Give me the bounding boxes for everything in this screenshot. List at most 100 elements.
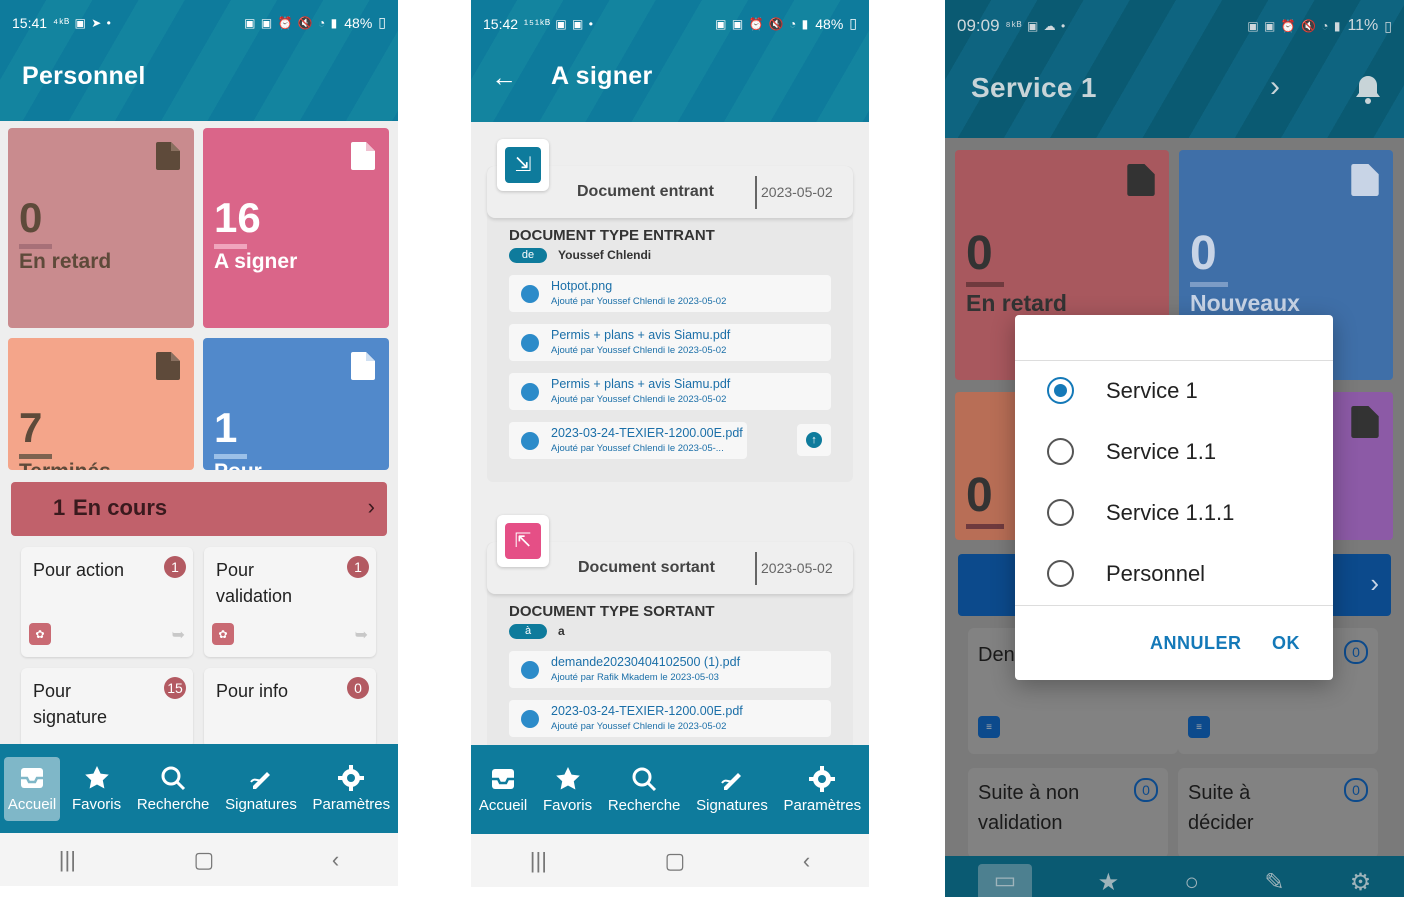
system-navigation: ||| ▢ ‹ <box>471 834 869 887</box>
home-icon[interactable]: ▢ <box>665 848 686 874</box>
direction-tag: à <box>509 624 547 639</box>
document-icon <box>1127 164 1155 196</box>
inbox-icon <box>21 768 44 788</box>
nav-parametres[interactable]: Paramètres <box>780 758 866 822</box>
incoming-badge: ⇲ <box>497 139 549 191</box>
star-icon[interactable]: ★ <box>1098 868 1120 897</box>
file-meta: Ajouté par Rafik Mkadem le 2023-05-03 <box>551 672 719 683</box>
document-icon <box>351 142 375 170</box>
card-suite-decider[interactable]: Suite à décider 0 <box>1178 768 1378 858</box>
search-icon <box>632 767 657 792</box>
tile-label: En retard <box>966 290 1067 316</box>
cancel-button[interactable]: ANNULER <box>1150 633 1242 654</box>
back-icon[interactable]: ‹ <box>332 847 339 873</box>
file-row[interactable]: 2023-03-24-TEXIER-1200.00E.pdf Ajouté par… <box>509 700 831 737</box>
battery-icon: ▯ <box>849 15 857 31</box>
radio-unchecked-icon[interactable] <box>1047 499 1074 526</box>
doc-kind: Document entrant <box>577 183 714 200</box>
doc-type-title: DOCUMENT TYPE ENTRANT <box>509 227 715 244</box>
doc-type-title: DOCUMENT TYPE SORTANT <box>509 603 715 620</box>
document-icon <box>1351 164 1379 196</box>
signal-icons: ▣ ▣ ⏰ 🔇 ◔ ▮ <box>244 15 339 30</box>
banner-label: En cours <box>73 495 168 520</box>
file-row[interactable]: demande20230404102500 (1).pdf Ajouté par … <box>509 651 831 688</box>
group-icon: ✿ <box>212 623 234 645</box>
card-title: Pour info <box>216 681 289 701</box>
gear-icon[interactable]: ⚙ <box>1350 868 1372 897</box>
file-row[interactable]: Permis + plans + avis Siamu.pdf Ajouté pa… <box>509 324 831 361</box>
star-icon <box>555 767 580 790</box>
status-icons: ¹⁵¹ᵏᴮ ▣ ▣ • <box>524 16 594 31</box>
inbox-icon <box>492 769 515 789</box>
ok-button[interactable]: OK <box>1272 633 1300 654</box>
option-service-1-1[interactable]: Service 1.1 <box>1015 421 1333 482</box>
nav-label: Accueil <box>7 796 57 813</box>
option-service-1[interactable]: Service 1 <box>1015 360 1333 421</box>
signature-icon <box>721 773 741 790</box>
nav-favoris[interactable]: Favoris <box>68 757 125 821</box>
tile-count: 7 <box>19 404 43 451</box>
chevron-right-icon: › <box>367 494 375 519</box>
battery-level: 48% <box>344 14 373 31</box>
back-icon[interactable]: ‹ <box>803 848 810 874</box>
nav-label: Signatures <box>225 796 297 813</box>
nav-label: Favoris <box>71 796 122 813</box>
nav-signatures[interactable]: Signatures <box>692 758 772 822</box>
tile-bar <box>19 244 52 249</box>
radio-checked-icon[interactable] <box>1047 377 1074 404</box>
bell-icon[interactable] <box>1354 74 1382 104</box>
card-suite-non-validation[interactable]: Suite à non validation 0 <box>968 768 1168 858</box>
card-pour-signature[interactable]: Pour signature 15 <box>21 668 193 748</box>
card-title: Pour action <box>33 560 125 580</box>
file-row[interactable]: 2023-03-24-TEXIER-1200.00E.pdf Ajouté par… <box>509 422 747 459</box>
file-row[interactable]: Permis + plans + avis Siamu.pdf Ajouté pa… <box>509 373 831 410</box>
chevron-right-icon[interactable]: › <box>1270 70 1280 104</box>
tile-en-retard[interactable]: 0 En retard <box>8 128 194 328</box>
signature-icon[interactable]: ✎ <box>1264 868 1284 897</box>
forward-arrow-icon: ➥ <box>171 627 185 644</box>
file-name: 2023-03-24-TEXIER-1200.00E.pdf <box>551 704 743 718</box>
nav-favoris[interactable]: Favoris <box>539 758 596 822</box>
recent-apps-icon[interactable]: ||| <box>530 848 547 874</box>
page-title[interactable]: Service 1 <box>971 72 1097 104</box>
document-icon <box>1351 406 1379 438</box>
file-icon <box>521 661 539 679</box>
nav-signatures[interactable]: Signatures <box>221 757 301 821</box>
card-pour-info[interactable]: Pour info 0 <box>204 668 376 748</box>
document-icon <box>156 142 180 170</box>
tile-termines[interactable]: 7 Terminés <box>8 338 194 470</box>
en-cours-banner[interactable]: 1 En cours › <box>11 482 387 536</box>
nav-parametres[interactable]: Paramètres <box>309 757 395 821</box>
nav-accueil[interactable]: Accueil <box>475 758 531 822</box>
status-bar: 15:42 ¹⁵¹ᵏᴮ ▣ ▣ • ▣ ▣ ⏰ 🔇 ◔ ▮ 48% ▯ <box>471 15 869 32</box>
tile-pour[interactable]: 1 Pour <box>203 338 389 470</box>
nav-label: Paramètres <box>312 796 391 813</box>
document-icon <box>156 352 180 380</box>
app-header: 09:09 ⁸ᵏᴮ ▣ ☁ • ▣ ▣ ⏰ 🔇 ◔ ▮ 11% ▯ Service 1… <box>945 0 1404 138</box>
tile-bar <box>966 524 1004 529</box>
inbox-icon[interactable]: ▭ <box>977 864 1033 897</box>
option-label: Service 1 <box>1106 377 1198 403</box>
file-row[interactable]: Hotpot.png Ajouté par Youssef Chlendi le … <box>509 275 831 312</box>
upload-button[interactable]: ↑ <box>797 424 831 456</box>
tile-bar <box>214 244 247 249</box>
nav-accueil[interactable]: Accueil <box>3 756 61 821</box>
card-pour-action[interactable]: Pour action 1 ✿ ➥ <box>21 547 193 657</box>
tile-a-signer[interactable]: 16 A signer <box>203 128 389 328</box>
card-pour-validation[interactable]: Pour validation 1 ✿ ➥ <box>204 547 376 657</box>
back-arrow-icon[interactable]: ← <box>491 62 517 93</box>
card-badge: 1 <box>164 556 186 578</box>
option-service-1-1-1[interactable]: Service 1.1.1 <box>1015 482 1333 543</box>
radio-unchecked-icon[interactable] <box>1047 560 1074 587</box>
option-personnel[interactable]: Personnel <box>1015 543 1333 604</box>
search-icon[interactable]: ○ <box>1185 869 1200 897</box>
nav-recherche[interactable]: Recherche <box>604 758 685 822</box>
page-title: A signer <box>551 62 653 90</box>
divider <box>755 176 757 209</box>
file-meta: Ajouté par Youssef Chlendi le 2023-05-..… <box>551 443 724 454</box>
recent-apps-icon[interactable]: ||| <box>59 847 76 873</box>
nav-label: Accueil <box>478 797 528 814</box>
radio-unchecked-icon[interactable] <box>1047 438 1074 465</box>
nav-recherche[interactable]: Recherche <box>133 757 214 821</box>
home-icon[interactable]: ▢ <box>194 847 215 873</box>
